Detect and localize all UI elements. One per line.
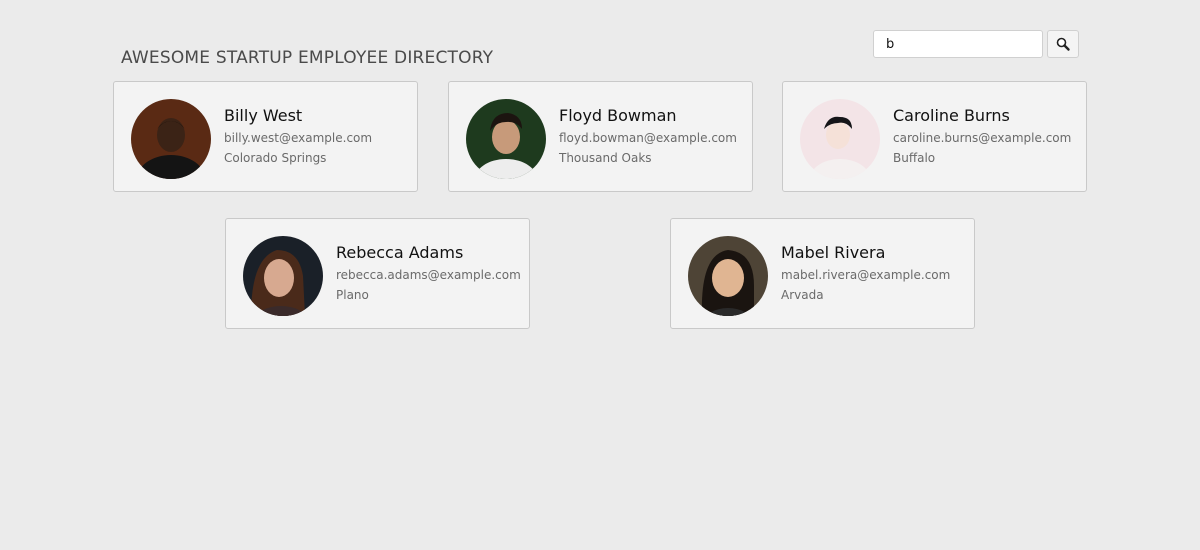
employee-city: Thousand Oaks (559, 151, 652, 165)
page-title: AWESOME STARTUP EMPLOYEE DIRECTORY (121, 48, 494, 69)
avatar (800, 99, 880, 179)
employee-email: caroline.burns@example.com (893, 131, 1072, 145)
employee-email: billy.west@example.com (224, 131, 373, 145)
employee-email: rebecca.adams@example.com (336, 268, 521, 282)
employee-card[interactable]: Billy West billy.west@example.com Colora… (113, 81, 418, 192)
employee-card[interactable]: Caroline Burns caroline.burns@example.co… (782, 81, 1087, 192)
employee-name: Caroline Burns (893, 106, 1010, 125)
avatar (688, 236, 768, 316)
search-input[interactable] (873, 30, 1043, 58)
avatar (466, 99, 546, 179)
search-button[interactable] (1047, 30, 1079, 58)
employee-card[interactable]: Floyd Bowman floyd.bowman@example.com Th… (448, 81, 753, 192)
avatar (243, 236, 323, 316)
employee-email: floyd.bowman@example.com (559, 131, 737, 145)
directory-page: AWESOME STARTUP EMPLOYEE DIRECTORY Billy… (0, 0, 1200, 550)
employee-city: Arvada (781, 288, 824, 302)
avatar (131, 99, 211, 179)
employee-email: mabel.rivera@example.com (781, 268, 951, 282)
employee-city: Buffalo (893, 151, 936, 165)
search-icon (1048, 36, 1078, 52)
employee-name: Billy West (224, 106, 303, 125)
employee-name: Mabel Rivera (781, 243, 886, 262)
employee-city: Plano (336, 288, 369, 302)
employee-name: Rebecca Adams (336, 243, 464, 262)
employee-name: Floyd Bowman (559, 106, 677, 125)
employee-card[interactable]: Mabel Rivera mabel.rivera@example.com Ar… (670, 218, 975, 329)
employee-city: Colorado Springs (224, 151, 327, 165)
employee-card[interactable]: Rebecca Adams rebecca.adams@example.com … (225, 218, 530, 329)
